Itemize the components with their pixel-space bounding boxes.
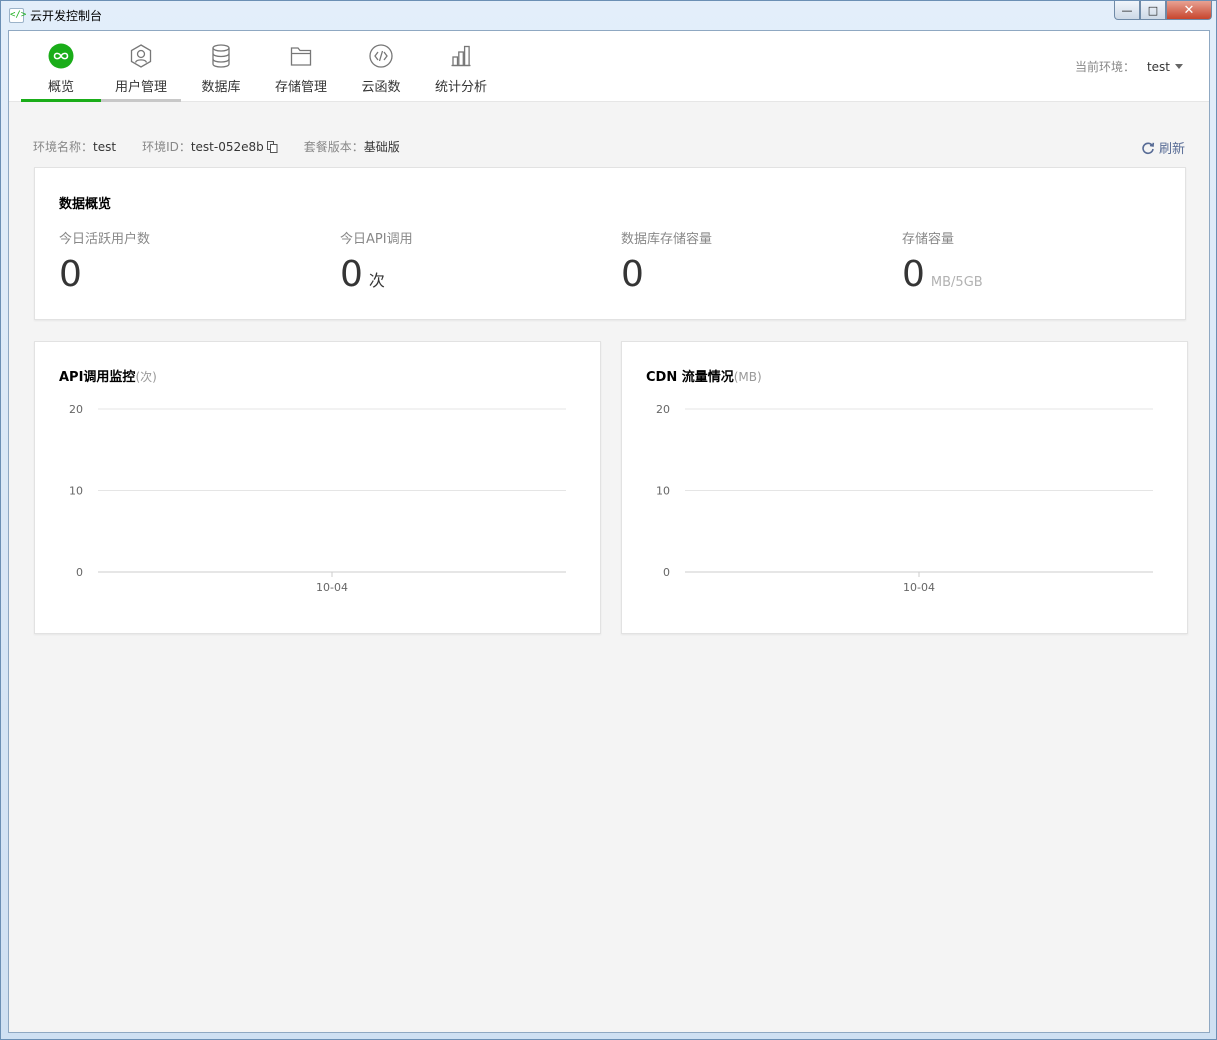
y-tick-label: 0 bbox=[663, 566, 670, 579]
tab-statistics-label: 统计分析 bbox=[434, 80, 487, 95]
window-title: 云开发控制台 bbox=[30, 9, 103, 23]
y-tick-label: 10 bbox=[69, 485, 83, 498]
metric-value-row: 0 bbox=[59, 255, 319, 295]
tab-database-label: 数据库 bbox=[201, 80, 241, 95]
env-name-info: 环境名称： test bbox=[33, 138, 116, 155]
metric-value: 0 bbox=[621, 254, 644, 295]
hover-tab-indicator bbox=[101, 99, 181, 102]
env-id-info: 环境ID： test-052e8b bbox=[142, 138, 278, 155]
environment-selector[interactable]: 当前环境： test bbox=[1075, 58, 1183, 75]
chart-title: CDN 流量情况(MB) bbox=[646, 366, 762, 385]
top-navigation: 概览 用户管理 数据库 存储管理 云函数 统计分析 当前环境： test bbox=[9, 31, 1209, 102]
metric-value-row: 0 次 bbox=[340, 255, 600, 301]
active-tab-indicator bbox=[21, 99, 101, 102]
maximize-button[interactable]: □ bbox=[1140, 1, 1166, 20]
metric-label: 今日活跃用户数 bbox=[59, 232, 151, 247]
x-tick-label: 10-04 bbox=[316, 581, 348, 594]
window-controls: — □ ✕ bbox=[1114, 1, 1212, 21]
metric-value: 0 bbox=[59, 254, 82, 295]
environment-label: 当前环境： bbox=[1074, 60, 1135, 74]
title-bar[interactable]: </> 云开发控制台 — □ ✕ bbox=[1, 1, 1216, 30]
tab-database[interactable]: 数据库 bbox=[181, 31, 261, 102]
x-tick-label: 10-04 bbox=[903, 581, 935, 594]
metric-value: 0 bbox=[340, 254, 363, 295]
tab-overview[interactable]: 概览 bbox=[21, 31, 101, 102]
tab-overview-label: 概览 bbox=[47, 80, 74, 95]
nav-tabs: 概览 用户管理 数据库 存储管理 云函数 统计分析 bbox=[21, 31, 501, 102]
refresh-label: 刷新 bbox=[1158, 142, 1185, 157]
metric-label: 数据库存储容量 bbox=[621, 232, 713, 247]
tab-cloud-functions[interactable]: 云函数 bbox=[341, 31, 421, 102]
tab-statistics[interactable]: 统计分析 bbox=[421, 31, 501, 102]
api-calls-chart: 0 10 20 10-04 bbox=[69, 403, 566, 594]
overview-title: 数据概览 bbox=[59, 197, 112, 212]
metric-storage-capacity: 存储容量 0 MB/5GB bbox=[902, 228, 1162, 303]
y-tick-label: 20 bbox=[656, 403, 670, 416]
close-button[interactable]: ✕ bbox=[1166, 1, 1212, 20]
environment-info: 环境名称： test 环境ID： test-052e8b 套餐版本： 基础版 bbox=[33, 138, 426, 155]
tab-storage-management[interactable]: 存储管理 bbox=[261, 31, 341, 102]
plan-info: 套餐版本： 基础版 bbox=[304, 138, 400, 155]
env-id-value: test-052e8b bbox=[190, 139, 264, 154]
folder-icon bbox=[290, 47, 312, 66]
env-name-value: test bbox=[93, 139, 117, 154]
chart-title-unit: (次) bbox=[135, 370, 157, 384]
metric-value-row: 0 MB/5GB bbox=[902, 255, 1162, 303]
chart-title-text: API调用监控 bbox=[59, 370, 136, 385]
infinity-icon bbox=[48, 43, 74, 69]
plan-label: 套餐版本： bbox=[303, 140, 364, 154]
tab-user-management[interactable]: 用户管理 bbox=[101, 31, 181, 102]
chart-title-text: CDN 流量情况 bbox=[646, 370, 734, 385]
tab-cloud-functions-label: 云函数 bbox=[361, 80, 401, 95]
copy-icon[interactable] bbox=[266, 140, 278, 153]
y-tick-label: 10 bbox=[656, 485, 670, 498]
data-overview-card: 数据概览 今日活跃用户数 0 今日API调用 0 次 数据库存储容量 0 存储容… bbox=[34, 167, 1186, 320]
user-icon bbox=[130, 44, 152, 68]
tab-storage-management-label: 存储管理 bbox=[274, 80, 327, 95]
metric-value-row: 0 bbox=[621, 255, 881, 295]
refresh-icon bbox=[1142, 141, 1155, 154]
tab-user-management-label: 用户管理 bbox=[114, 80, 167, 95]
env-name-label: 环境名称： bbox=[33, 140, 94, 154]
metric-label: 今日API调用 bbox=[340, 232, 413, 247]
chart-title: API调用监控(次) bbox=[59, 366, 157, 385]
metric-label: 存储容量 bbox=[902, 232, 955, 247]
environment-value: test bbox=[1146, 59, 1170, 74]
caret-down-icon bbox=[1175, 64, 1183, 69]
y-tick-label: 20 bbox=[69, 403, 83, 416]
console-content: 概览 用户管理 数据库 存储管理 云函数 统计分析 当前环境： test 环境名… bbox=[8, 30, 1210, 1033]
database-icon bbox=[212, 44, 230, 68]
bar-chart-icon bbox=[451, 45, 471, 67]
api-monitor-card: API调用监控(次) 0 10 20 10-04 bbox=[34, 341, 601, 634]
metric-value: 0 bbox=[902, 254, 925, 295]
metric-unit: MB/5GB bbox=[930, 275, 983, 290]
chart-title-unit: (MB) bbox=[733, 370, 762, 384]
code-icon bbox=[369, 44, 393, 68]
env-id-label: 环境ID： bbox=[142, 140, 191, 154]
plan-value: 基础版 bbox=[363, 140, 400, 154]
y-tick-label: 0 bbox=[76, 566, 83, 579]
metric-db-storage: 数据库存储容量 0 bbox=[621, 228, 881, 295]
cdn-traffic-card: CDN 流量情况(MB) 0 10 20 10-04 bbox=[621, 341, 1188, 634]
metric-api-calls: 今日API调用 0 次 bbox=[340, 228, 600, 301]
app-window: </> 云开发控制台 — □ ✕ 概览 用户管理 数据库 存储管理 云函数 统计… bbox=[0, 0, 1217, 1040]
app-code-icon: </> bbox=[9, 8, 26, 23]
metric-active-users: 今日活跃用户数 0 bbox=[59, 228, 319, 295]
minimize-button[interactable]: — bbox=[1114, 1, 1140, 20]
refresh-button[interactable]: 刷新 bbox=[1141, 138, 1185, 157]
cdn-traffic-chart: 0 10 20 10-04 bbox=[656, 403, 1153, 594]
metric-unit: 次 bbox=[368, 271, 385, 290]
